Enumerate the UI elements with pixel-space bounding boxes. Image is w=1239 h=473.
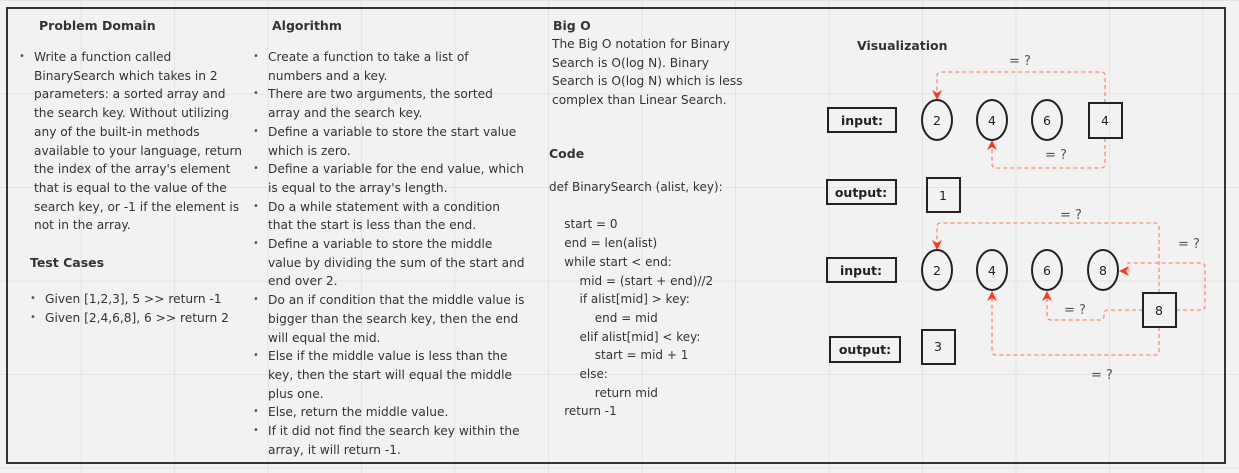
output-value: 1: [939, 188, 947, 203]
array-element: 6: [1043, 113, 1051, 128]
arrow-path: [932, 222, 1160, 293]
output-label: output:: [839, 342, 891, 357]
compare-label: = ?: [1060, 208, 1082, 223]
array-element: 2: [933, 263, 941, 278]
compare-label: = ?: [1178, 237, 1200, 252]
array-element: 4: [988, 113, 996, 128]
array-element: 4: [988, 263, 996, 278]
visualization-diagram: = ? = ? = ? = ? = ? = ? input: output: 2…: [826, 54, 1206, 383]
arrow-path: [1042, 291, 1143, 321]
compare-label: = ?: [1045, 148, 1067, 163]
input-label: input:: [840, 263, 882, 278]
compare-label: = ?: [1064, 303, 1086, 318]
output-label: output:: [835, 185, 887, 200]
compare-label: = ?: [1009, 54, 1031, 69]
array-element: 8: [1099, 263, 1107, 278]
search-key: 8: [1155, 303, 1163, 318]
search-key: 4: [1101, 113, 1109, 128]
input-label: input:: [841, 113, 883, 128]
arrow-path: [932, 71, 1106, 103]
array-element: 6: [1043, 263, 1051, 278]
arrow-path: [987, 291, 1160, 356]
array-element: 2: [933, 113, 941, 128]
output-value: 3: [934, 339, 942, 354]
compare-label: = ?: [1091, 368, 1113, 383]
